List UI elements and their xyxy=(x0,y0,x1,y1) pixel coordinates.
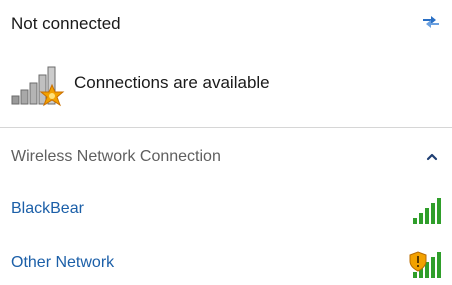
network-item-other-network[interactable]: Other Network xyxy=(11,250,443,280)
chevron-up-icon[interactable] xyxy=(423,148,441,166)
connections-available-text: Connections are available xyxy=(74,73,270,92)
network-name[interactable]: BlackBear xyxy=(11,200,84,218)
signal-strength-icon xyxy=(409,196,443,226)
signal-warning-icon xyxy=(409,250,443,280)
connections-available-row: Connections are available xyxy=(10,60,430,108)
header: Not connected xyxy=(11,10,443,40)
refresh-icon[interactable] xyxy=(419,10,443,34)
network-item-blackbear[interactable]: BlackBear xyxy=(11,196,443,226)
network-name[interactable]: Other Network xyxy=(11,254,114,272)
network-available-icon xyxy=(10,60,70,108)
section-title: Wireless Network Connection xyxy=(11,148,221,165)
divider xyxy=(0,127,452,128)
connection-status-title: Not connected xyxy=(11,14,121,33)
wireless-section-header[interactable]: Wireless Network Connection xyxy=(11,146,441,170)
